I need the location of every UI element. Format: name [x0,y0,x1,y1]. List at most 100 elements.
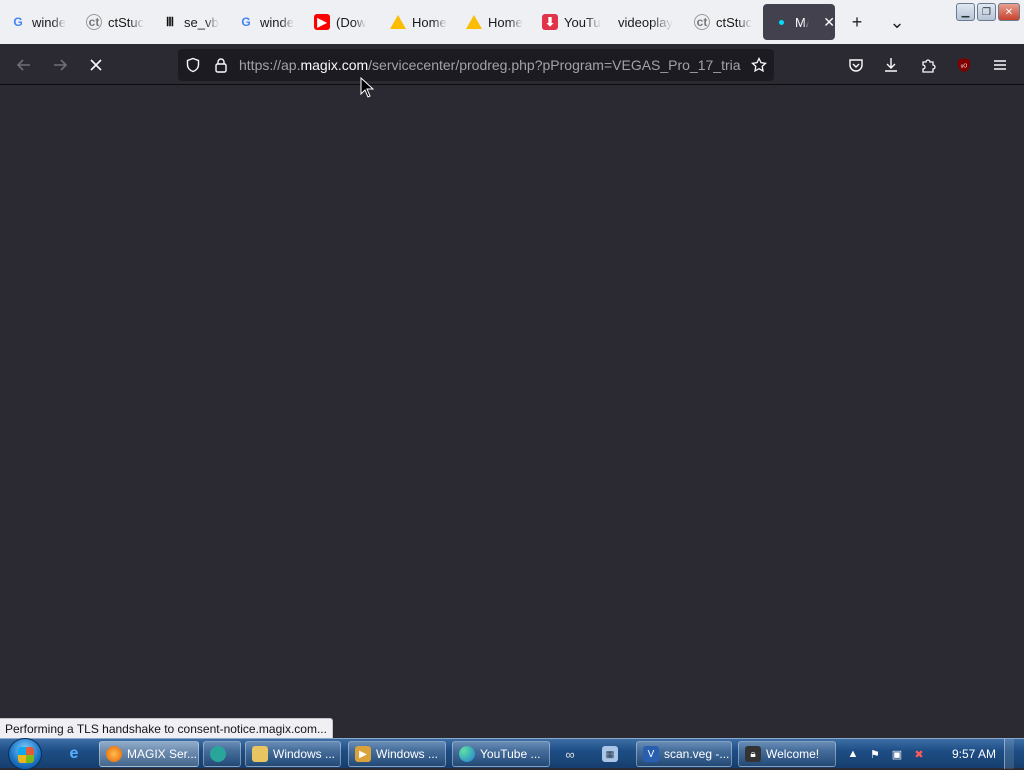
taskbar-item-explorer[interactable]: Windows ... [245,741,341,767]
tab-4[interactable]: G winde [228,4,304,40]
status-text: Performing a TLS handshake to consent-no… [0,718,333,738]
show-desktop-button[interactable] [1004,739,1014,769]
app2-icon: ∞ [565,746,575,762]
tab-title: Home [412,14,447,30]
tab-title: MA [795,14,809,30]
back-arrow-icon [16,59,30,71]
network-icon[interactable]: ▣ [890,747,904,761]
taskbar-pinned-ie[interactable]: e [60,741,94,767]
tracking-shield-icon[interactable] [182,54,204,76]
taskbar-item-app[interactable] [203,741,241,767]
tab-title: ctStuc [108,14,145,30]
tab-title: videoplay [618,14,673,30]
start-button[interactable] [8,738,42,770]
ublock-origin-icon: uO [958,58,970,72]
show-hidden-icons-icon[interactable]: ▲ [846,747,860,761]
restore-icon[interactable]: ❐ [977,3,996,21]
taskbar-item-label: YouTube ... [480,747,541,761]
system-tray: ▲ ⚑ ▣ ✖ 9:57 AM [846,739,1014,769]
navigation-toolbar: https://ap.magix.com/servicecenter/prodr… [0,44,1024,85]
tab-title: winde [260,14,294,30]
taskbar-item-welcome[interactable]: 🔒︎ Welcome! [738,741,836,767]
google-icon: G [13,15,23,29]
calculator-icon: ▦ [602,746,618,762]
download-arrow-icon [885,58,897,72]
tab-strip: G winde ct ctStuc Ⅲ se_vb G winde ▶ (Dow… [0,0,1024,44]
taskbar-item-app2[interactable]: ∞ [556,741,590,767]
taskbar-item-label: Welcome! [766,747,820,761]
bookmark-star-icon[interactable] [748,54,770,76]
tab-5[interactable]: ▶ (Dow [304,4,380,40]
taskbar-item-label: Windows ... [376,747,439,761]
stop-button[interactable] [83,52,109,78]
tab-3[interactable]: Ⅲ se_vb [152,4,228,40]
app-icon [210,746,226,762]
puzzle-icon [922,59,936,73]
downloads-button[interactable] [878,52,904,78]
lock-icon: 🔒︎ [745,746,761,762]
taskbar-item-label: scan.veg -... [664,747,730,761]
address-bar[interactable]: https://ap.magix.com/servicecenter/prodr… [178,49,774,81]
action-center-flag-icon[interactable]: ⚑ [868,747,882,761]
youtube-icon: ▶ [314,14,330,30]
forward-button[interactable] [47,52,73,78]
url-path: /servicecenter/prodreg.php?pProgram=VEGA… [368,57,741,73]
tab-title: se_vb [184,14,219,30]
mouse-cursor-icon [360,77,374,98]
tab-title: Home [488,14,523,30]
windows-taskbar: e MAGIX Ser... Windows ... ▶ Windows ...… [0,738,1024,770]
url-domain: magix.com [300,57,369,73]
taskbar-item-edge[interactable]: YouTube ... [452,741,550,767]
tab-10[interactable]: ct ctStuc [684,4,760,40]
pocket-icon [849,59,863,72]
menu-button[interactable] [987,52,1013,78]
tab-title: winde [32,14,66,30]
close-window-icon[interactable]: ✕ [998,3,1020,21]
extensions-button[interactable] [915,52,941,78]
tab-1[interactable]: G winde [0,4,76,40]
url-text[interactable]: https://ap.magix.com/servicecenter/prodr… [239,57,741,73]
tab-2[interactable]: ct ctStuc [76,4,152,40]
google-drive-icon [466,14,482,30]
stop-icon [90,59,102,71]
close-tab-icon[interactable]: ✕ [823,14,835,31]
tab-title: ctStuc [716,14,753,30]
firefox-icon [106,746,122,762]
folder-icon [252,746,268,762]
tab-title: YouTu [564,14,601,30]
download-icon: ⬇ [542,14,558,30]
tab-9[interactable]: videoplay [608,4,684,40]
taskbar-item-media[interactable]: ▶ Windows ... [348,741,446,767]
taskbar-item-label: Windows ... [273,747,336,761]
internet-explorer-icon: e [69,745,79,762]
taskbar-item-label: MAGIX Ser... [127,747,198,761]
window-controls: ▁ ❐ ✕ [956,3,1020,21]
clock[interactable]: 9:57 AM [952,747,996,761]
taskbar-item-calculator[interactable]: ▦ [596,741,630,767]
tab-8[interactable]: ⬇ YouTu [532,4,608,40]
list-all-tabs-button[interactable]: ⌄ [885,10,909,34]
lock-icon[interactable] [210,54,232,76]
minimize-icon[interactable]: ▁ [956,3,975,21]
loading-dot-icon [773,14,789,30]
back-button[interactable] [11,52,37,78]
ublock-button[interactable]: uO [951,52,977,78]
tab-active[interactable]: MA ✕ [763,4,835,40]
media-icon: ▶ [355,746,371,762]
google-icon: G [241,15,251,29]
taskbar-item-firefox[interactable]: MAGIX Ser... [99,741,199,767]
tab-6[interactable]: Home [380,4,456,40]
svg-text:uO: uO [961,64,968,70]
forward-arrow-icon [54,59,68,71]
taskbar-item-vegas[interactable]: V scan.veg -... [636,741,732,767]
vegas-icon: V [643,746,659,762]
page-content [0,85,1024,718]
volume-muted-icon[interactable]: ✖ [912,747,926,761]
tab-7[interactable]: Home [456,4,532,40]
url-prefix: https://ap. [239,57,301,73]
ctstudio-icon: ct [86,14,102,30]
pocket-button[interactable] [843,52,869,78]
new-tab-button[interactable]: + [845,10,869,34]
google-drive-icon [390,14,406,30]
tab-title: (Dow [336,14,367,30]
